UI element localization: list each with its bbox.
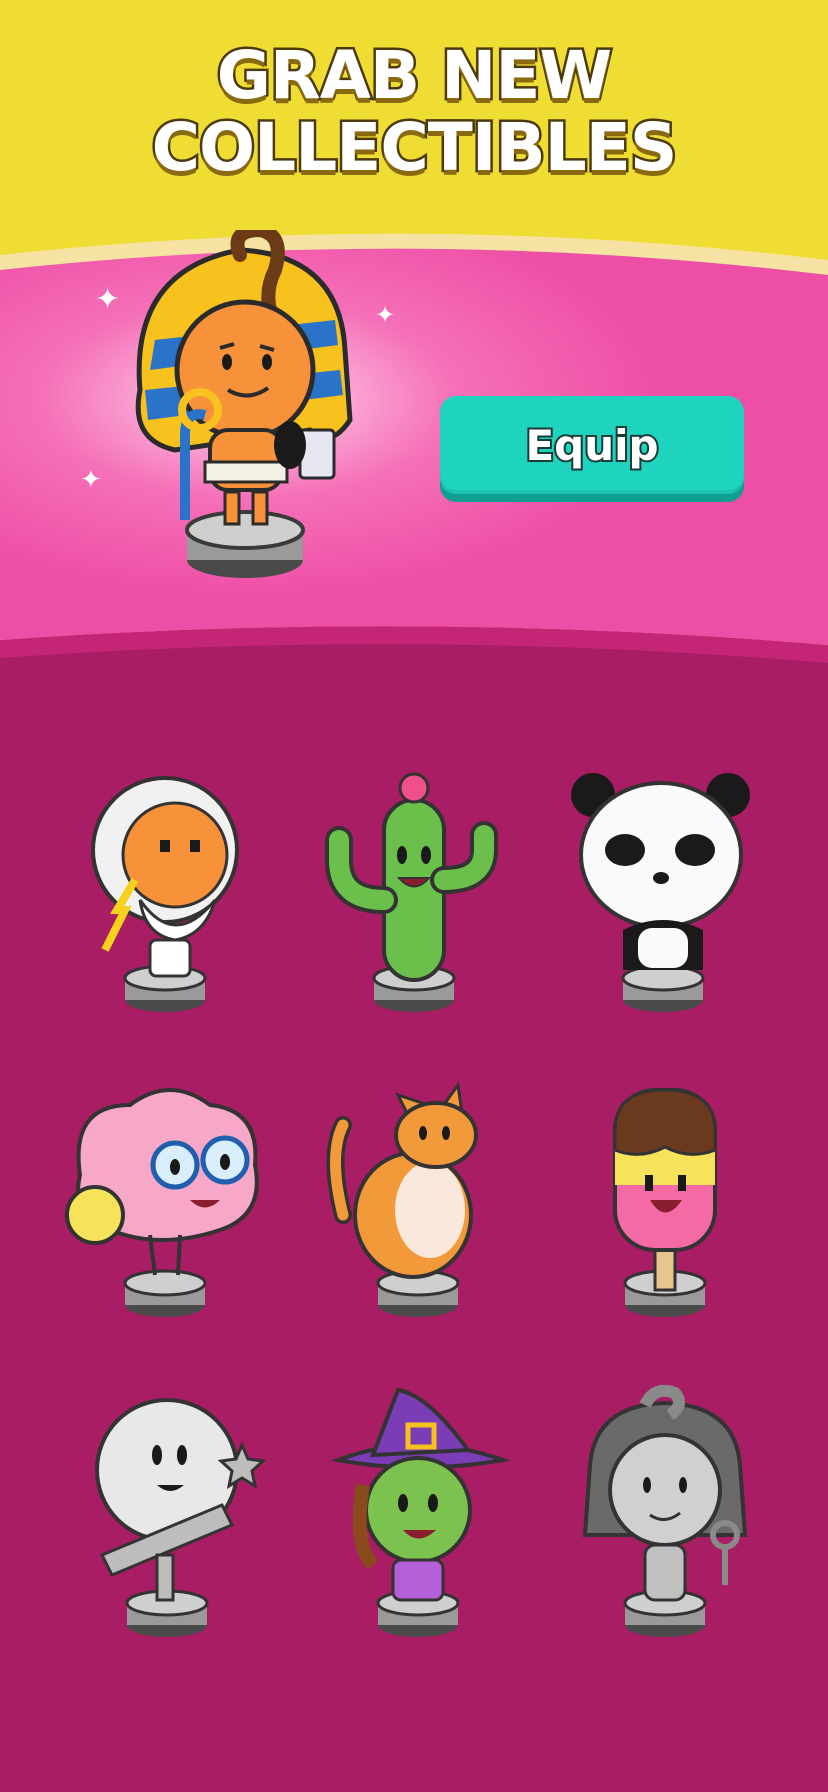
equip-button[interactable]: Equip	[440, 396, 744, 494]
sparkle-icon: ✦	[375, 301, 396, 329]
collectible-zeus[interactable]	[65, 760, 265, 1020]
equip-button-label: Equip	[523, 419, 660, 472]
collectible-cleopatra-locked[interactable]	[565, 1385, 765, 1645]
collectible-cat[interactable]	[318, 1065, 518, 1325]
hero-collectible-pharaoh	[135, 230, 353, 578]
collectible-popsicle[interactable]	[570, 1065, 770, 1325]
collectible-panda[interactable]	[563, 760, 763, 1020]
sparkle-icon: ✦	[95, 282, 121, 317]
collectible-cactus[interactable]	[314, 760, 514, 1020]
sparkle-icon: ✦	[80, 465, 102, 495]
collectible-moon-astronomer[interactable]	[72, 1385, 272, 1645]
collectible-brain[interactable]	[60, 1065, 260, 1325]
page-title: GRAB NEW COLLECTIBLES	[0, 37, 828, 186]
title-line-1: GRAB NEW	[214, 37, 614, 114]
title-line-2: COLLECTIBLES	[149, 109, 680, 186]
collectible-witch[interactable]	[318, 1385, 518, 1645]
